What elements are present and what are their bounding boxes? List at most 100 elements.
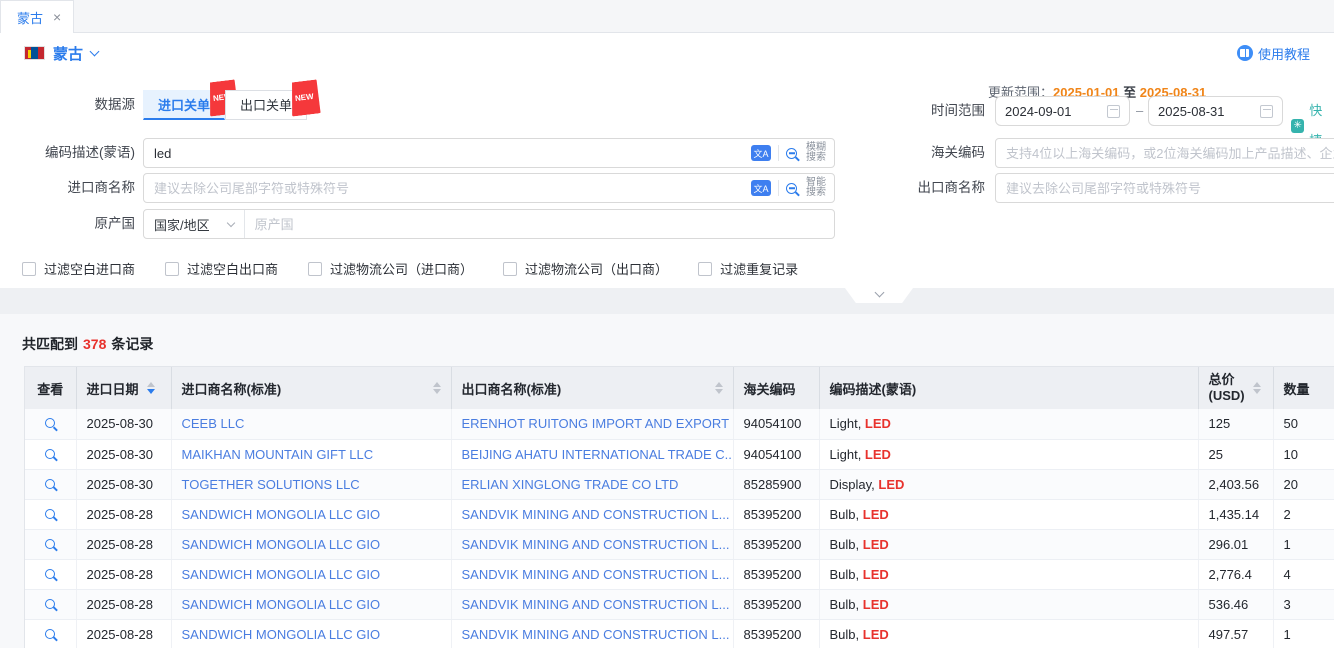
header-total-usd[interactable]: 总价(USD)	[1198, 367, 1273, 409]
date-from-input[interactable]: 2024-09-01	[995, 96, 1130, 126]
importer-link[interactable]: SANDWICH MONGOLIA LLC GIO	[182, 507, 381, 522]
records-table: 查看 进口日期 进口商名称(标准) 出口商名称(标准) 海关编码 编码描述(蒙语…	[24, 366, 1334, 648]
smart-search-icon[interactable]	[786, 183, 797, 194]
result-count-line: 共匹配到378条记录	[22, 334, 153, 354]
quick-select-icon: ✳	[1291, 119, 1304, 133]
header-exporter[interactable]: 出口商名称(标准)	[451, 367, 733, 409]
chevron-down-icon[interactable]	[90, 47, 100, 57]
header-view: 查看	[25, 367, 76, 409]
exporter-link[interactable]: SANDVIK MINING AND CONSTRUCTION L...	[462, 567, 730, 582]
total-usd-cell: 296.01	[1198, 529, 1273, 559]
view-record-icon[interactable]	[45, 449, 55, 459]
view-record-icon[interactable]	[45, 509, 55, 519]
table-row: 2025-08-28 SANDWICH MONGOLIA LLC GIO SAN…	[25, 529, 1334, 559]
quantity-cell: 10	[1273, 439, 1334, 469]
view-record-icon[interactable]	[45, 629, 55, 639]
tab-mongolia[interactable]: 蒙古 ×	[0, 0, 74, 33]
fuzzy-line2: 搜索	[806, 152, 826, 163]
code-desc-cell: Light, LED	[819, 439, 1198, 469]
exporter-link[interactable]: BEIJING AHATU INTERNATIONAL TRADE C...	[462, 447, 734, 462]
code-desc-cell: Bulb, LED	[819, 499, 1198, 529]
importer-suffix: 文A 智能 搜索	[751, 178, 834, 198]
tab-export-declarations[interactable]: 出口关单 NEW	[225, 90, 307, 120]
desc-text: Bulb,	[830, 567, 863, 582]
importer-inputbox: 文A 智能 搜索	[143, 173, 835, 203]
header-importer[interactable]: 进口商名称(标准)	[171, 367, 451, 409]
date-to-input[interactable]: 2025-08-31	[1148, 96, 1283, 126]
code-desc-inputbox: 文A 模糊 搜索	[143, 138, 835, 168]
code-desc-input[interactable]	[144, 139, 751, 167]
data-source-tabs: 进口关单 NEW 出口关单 NEW	[143, 90, 307, 120]
view-record-icon[interactable]	[45, 418, 55, 428]
view-record-icon[interactable]	[45, 539, 55, 549]
checkbox-filter-logistics-importer[interactable]: 过滤物流公司（进口商）	[308, 259, 473, 278]
close-icon[interactable]: ×	[53, 10, 61, 24]
exporter-link[interactable]: SANDVIK MINING AND CONSTRUCTION L...	[462, 507, 730, 522]
importer-link[interactable]: MAIKHAN MOUNTAIN GIFT LLC	[182, 447, 374, 462]
checkbox-filter-logistics-exporter[interactable]: 过滤物流公司（出口商）	[503, 259, 668, 278]
exporter-link[interactable]: SANDVIK MINING AND CONSTRUCTION L...	[462, 537, 730, 552]
mongolia-flag-icon	[24, 46, 45, 60]
importer-link[interactable]: SANDWICH MONGOLIA LLC GIO	[182, 627, 381, 642]
sort-icons	[147, 382, 155, 394]
exporter-link[interactable]: ERLIAN XINGLONG TRADE CO LTD	[462, 477, 679, 492]
quantity-cell: 20	[1273, 469, 1334, 499]
exporter-input[interactable]	[996, 174, 1334, 202]
fuzzy-search-label[interactable]: 模糊 搜索	[806, 143, 826, 163]
quantity-cell: 50	[1273, 409, 1334, 439]
desc-highlight: LED	[863, 537, 889, 552]
collapse-panel-handle[interactable]	[845, 288, 913, 303]
desc-highlight: LED	[863, 597, 889, 612]
importer-link[interactable]: SANDWICH MONGOLIA LLC GIO	[182, 567, 381, 582]
hs-code-input[interactable]	[996, 139, 1334, 167]
exporter-link[interactable]: ERENHOT RUITONG IMPORT AND EXPORT ...	[462, 416, 734, 431]
import-date-cell: 2025-08-28	[76, 529, 171, 559]
checkbox-filter-duplicates[interactable]: 过滤重复记录	[698, 259, 798, 278]
smart-search-label[interactable]: 智能 搜索	[806, 178, 826, 198]
exporter-link[interactable]: SANDVIK MINING AND CONSTRUCTION L...	[462, 597, 730, 612]
calendar-icon	[1107, 105, 1120, 118]
table-row: 2025-08-30 MAIKHAN MOUNTAIN GIFT LLC BEI…	[25, 439, 1334, 469]
total-usd-cell: 1,435.14	[1198, 499, 1273, 529]
view-record-icon[interactable]	[45, 479, 55, 489]
country-header: 蒙古 使用教程	[0, 33, 1334, 73]
code-desc-cell: Bulb, LED	[819, 529, 1198, 559]
checkbox-label: 过滤物流公司（进口商）	[330, 259, 473, 278]
origin-input[interactable]	[245, 210, 834, 238]
time-range-label: 时间范围	[855, 96, 985, 126]
translate-icon[interactable]: 文A	[751, 180, 771, 196]
code-desc-cell: Display, LED	[819, 469, 1198, 499]
desc-highlight: LED	[878, 477, 904, 492]
header-import-date[interactable]: 进口日期	[76, 367, 171, 409]
view-record-icon[interactable]	[45, 569, 55, 579]
hs-code-cell: 85395200	[733, 499, 819, 529]
checkbox-icon	[503, 262, 517, 276]
importer-link[interactable]: CEEB LLC	[182, 416, 245, 431]
exporter-link[interactable]: SANDVIK MINING AND CONSTRUCTION L...	[462, 627, 730, 642]
tab-import-declarations[interactable]: 进口关单 NEW	[143, 90, 225, 120]
importer-link[interactable]: SANDWICH MONGOLIA LLC GIO	[182, 597, 381, 612]
tutorial-link[interactable]: 使用教程	[1237, 44, 1310, 63]
chevron-down-icon	[874, 288, 884, 298]
divider	[778, 145, 779, 161]
browser-tab-strip: 蒙古 ×	[0, 0, 1334, 33]
collapse-band	[0, 288, 1334, 314]
header-hs-code: 海关编码	[733, 367, 819, 409]
translate-icon[interactable]: 文A	[751, 145, 771, 161]
view-record-icon[interactable]	[45, 599, 55, 609]
sort-icons	[1253, 382, 1261, 394]
quantity-cell: 1	[1273, 529, 1334, 559]
importer-link[interactable]: SANDWICH MONGOLIA LLC GIO	[182, 537, 381, 552]
checkbox-filter-blank-exporter[interactable]: 过滤空白出口商	[165, 259, 278, 278]
fuzzy-search-icon[interactable]	[786, 148, 797, 159]
import-date-cell: 2025-08-28	[76, 589, 171, 619]
checkbox-filter-blank-importer[interactable]: 过滤空白进口商	[22, 259, 135, 278]
checkbox-icon	[308, 262, 322, 276]
importer-input[interactable]	[144, 174, 751, 202]
import-date-cell: 2025-08-30	[76, 439, 171, 469]
origin-type-select[interactable]: 国家/地区	[144, 210, 245, 238]
origin-inputbox: 国家/地区	[143, 209, 835, 239]
code-desc-cell: Bulb, LED	[819, 619, 1198, 648]
tutorial-label: 使用教程	[1258, 44, 1310, 63]
importer-link[interactable]: TOGETHER SOLUTIONS LLC	[182, 477, 360, 492]
